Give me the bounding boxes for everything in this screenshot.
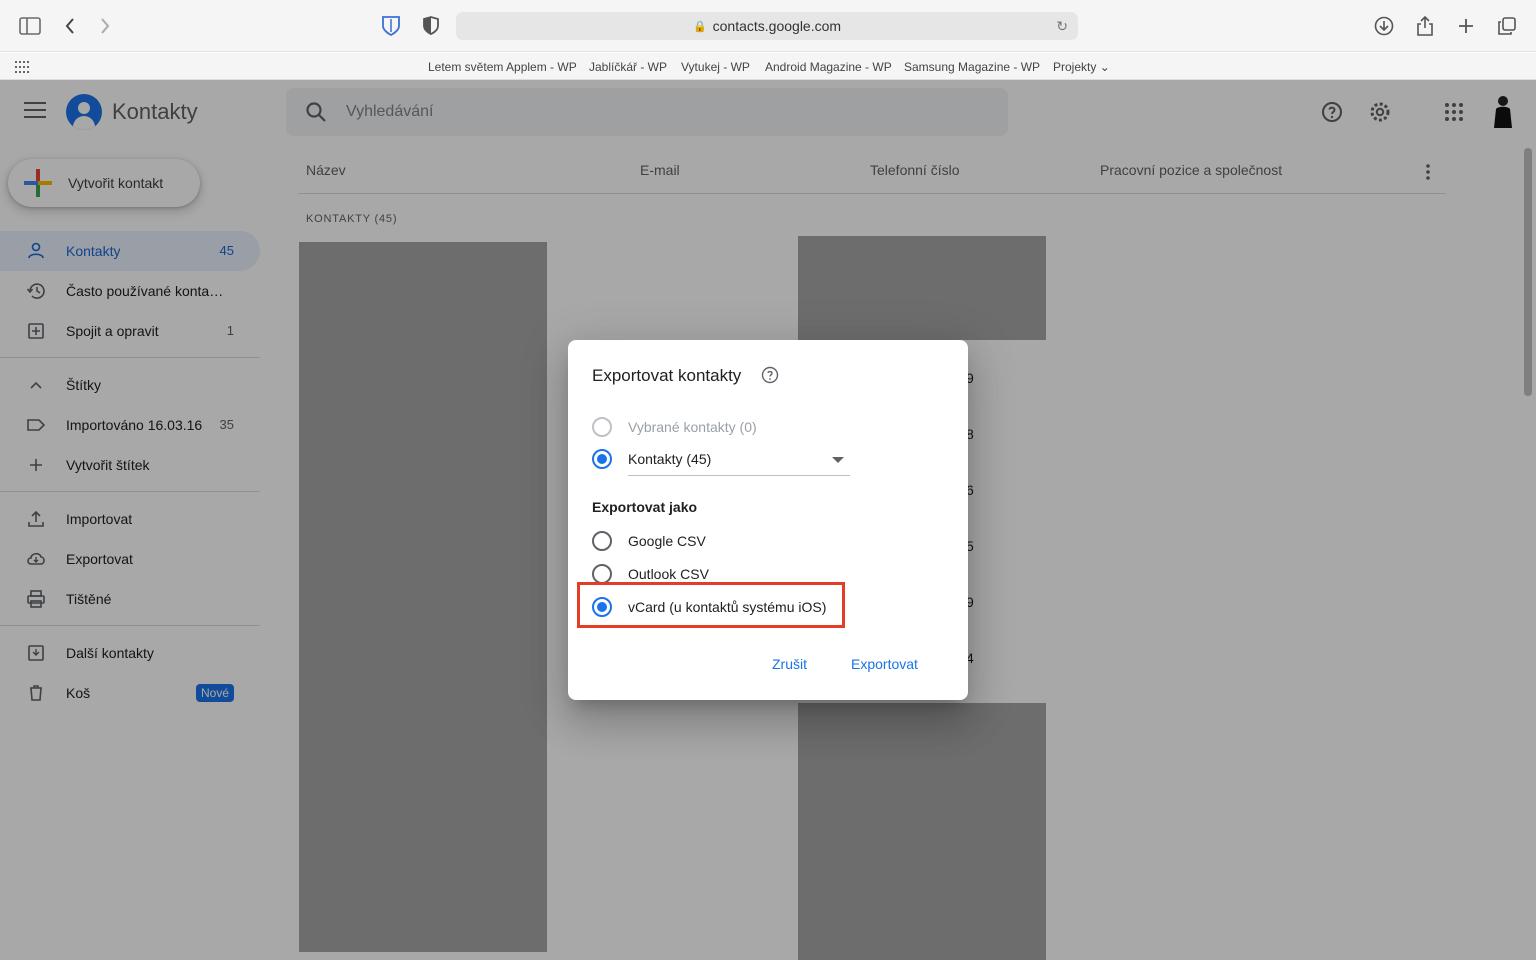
export-contacts-dialog: Exportovat kontakty Vybrané kontakty (0)…	[568, 340, 968, 700]
bookmark-item[interactable]: Android Magazine - WP	[765, 60, 892, 74]
radio-google-csv[interactable]	[592, 531, 612, 551]
dialog-title: Exportovat kontakty	[592, 366, 742, 385]
cancel-button[interactable]: Zrušit	[772, 656, 807, 672]
select-underline	[628, 475, 850, 476]
privacy-shield-icon[interactable]	[419, 14, 443, 38]
radio-label-outlook-csv[interactable]: Outlook CSV	[628, 566, 709, 582]
dropdown-arrow-icon[interactable]	[832, 457, 844, 463]
contacts-group-select[interactable]: Kontakty (45)	[628, 451, 711, 467]
bookmark-item[interactable]: Jablíčkář - WP	[589, 60, 667, 74]
bookmark-item[interactable]: Vytukej - WP	[681, 60, 750, 74]
export-as-heading: Exportovat jako	[592, 499, 698, 515]
back-icon[interactable]	[58, 14, 82, 38]
tabs-overview-icon[interactable]	[1495, 14, 1519, 38]
annotation-highlight-box	[577, 582, 845, 628]
bookmark-folder-projekty[interactable]: Projekty ⌄	[1053, 60, 1110, 74]
radio-selected-contacts	[592, 417, 612, 437]
export-button[interactable]: Exportovat	[851, 656, 918, 672]
help-icon[interactable]	[761, 366, 779, 384]
download-icon[interactable]	[1372, 14, 1396, 38]
address-bar[interactable]: 🔒 contacts.google.com ↻	[456, 12, 1078, 40]
lock-icon: 🔒	[692, 20, 707, 33]
radio-label-selected-contacts: Vybrané kontakty (0)	[628, 419, 757, 435]
reload-icon[interactable]: ↻	[1056, 18, 1068, 35]
sidebar-toggle-icon[interactable]	[18, 14, 42, 38]
browser-toolbar: 🔒 contacts.google.com ↻	[0, 0, 1536, 52]
new-tab-icon[interactable]	[1454, 14, 1478, 38]
chevron-down-icon: ⌄	[1099, 60, 1110, 74]
bookmark-folder-label: Projekty	[1053, 60, 1097, 74]
bookmark-item[interactable]: Letem světem Applem - WP	[428, 60, 577, 74]
url-text: contacts.google.com	[712, 18, 842, 34]
bookmark-item[interactable]: Samsung Magazine - WP	[904, 60, 1040, 74]
radio-outlook-csv[interactable]	[592, 564, 612, 584]
share-icon[interactable]	[1413, 14, 1437, 38]
radio-contacts-group[interactable]	[592, 449, 612, 469]
bookmarks-bar: Letem světem Applem - WP Jablíčkář - WP …	[0, 53, 1536, 80]
forward-icon[interactable]	[93, 14, 117, 38]
radio-label-google-csv[interactable]: Google CSV	[628, 533, 706, 549]
apps-grid-icon[interactable]	[15, 61, 29, 73]
bitwarden-shield-icon[interactable]	[379, 14, 403, 38]
